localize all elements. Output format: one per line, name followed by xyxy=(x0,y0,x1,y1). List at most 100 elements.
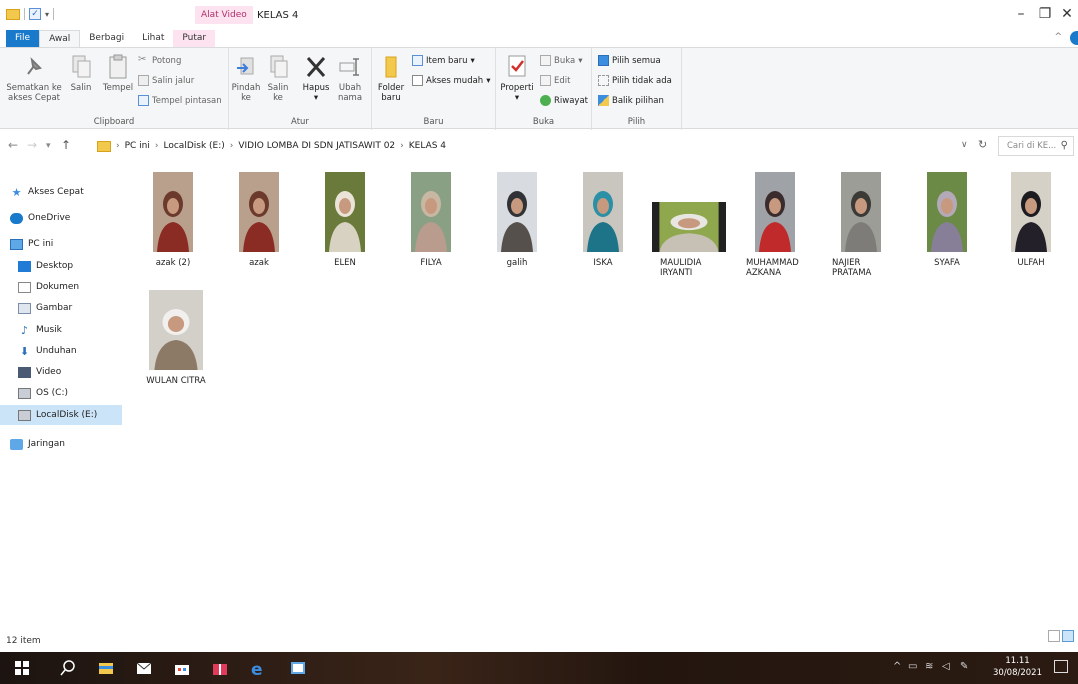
breadcrumb-kelas-4[interactable]: KELAS 4 xyxy=(409,141,446,151)
breadcrumb-vidio-lomba[interactable]: VIDIO LOMBA DI SDN JATISAWIT 02 xyxy=(238,141,395,151)
large-icons-view-icon[interactable] xyxy=(1062,630,1074,642)
copy-to-button[interactable]: Salin ke xyxy=(263,54,293,103)
sidebar-item-dokumen[interactable]: Dokumen xyxy=(0,277,122,297)
sidebar-item-localdisk-e[interactable]: LocalDisk (E:) xyxy=(0,405,122,425)
cloud-icon xyxy=(10,212,23,224)
show-hidden-icons-chevron-icon[interactable]: ^ xyxy=(893,661,901,672)
refresh-icon[interactable]: ↻ xyxy=(978,138,987,151)
breadcrumb-local-disk[interactable]: LocalDisk (E:) xyxy=(164,141,225,151)
delete-dropdown-icon[interactable]: ▾ xyxy=(301,93,331,103)
video-file-item[interactable]: ISKA xyxy=(560,172,646,268)
network-icon xyxy=(10,438,23,450)
sidebar-item-video[interactable]: Video xyxy=(0,362,122,382)
sidebar-item-musik[interactable]: ♪ Musik xyxy=(0,320,122,340)
details-view-icon[interactable] xyxy=(1048,630,1060,642)
sidebar-item-gambar[interactable]: Gambar xyxy=(0,298,122,318)
sidebar-item-desktop[interactable]: Desktop xyxy=(0,256,122,276)
volume-icon[interactable]: ◁ xyxy=(942,661,950,672)
customize-toolbar-dropdown[interactable]: ▾ xyxy=(45,10,49,19)
group-new: Folder baru Item baru ▾ Akses mudah ▾ Ba… xyxy=(372,48,496,130)
file-explorer-icon[interactable] xyxy=(98,660,114,676)
easy-access-button[interactable]: Akses mudah ▾ xyxy=(412,75,490,86)
chevron-up-icon[interactable]: ^ xyxy=(1054,32,1062,42)
rename-button[interactable]: Ubah nama xyxy=(335,54,365,103)
history-button[interactable]: Riwayat xyxy=(540,95,588,106)
separator xyxy=(53,8,55,20)
video-thumbnail xyxy=(755,172,795,252)
close-button[interactable]: ✕ xyxy=(1052,6,1078,22)
select-none-button[interactable]: Pilih tidak ada xyxy=(598,75,672,86)
invert-selection-button[interactable]: Balik pilihan xyxy=(598,95,664,106)
address-dropdown-icon[interactable]: ∨ xyxy=(961,140,968,150)
tab-file[interactable]: File xyxy=(6,30,40,47)
video-file-item[interactable]: ELEN xyxy=(302,172,388,268)
windows-start-icon[interactable] xyxy=(14,660,30,676)
new-item-button[interactable]: Item baru ▾ xyxy=(412,55,475,66)
copy-path-button[interactable]: Salin jalur xyxy=(138,75,194,86)
move-to-button[interactable]: Pindah ke xyxy=(231,54,261,103)
view-switcher xyxy=(1048,630,1074,642)
video-file-item[interactable]: azak xyxy=(216,172,302,268)
properties-button[interactable]: Properti ▾ xyxy=(500,54,534,103)
video-file-item[interactable]: SYAFA xyxy=(904,172,990,268)
forward-arrow-icon[interactable]: → xyxy=(27,138,37,152)
edge-browser-icon[interactable]: e xyxy=(250,660,266,680)
photos-app-icon[interactable] xyxy=(290,660,306,676)
recent-locations-dropdown[interactable]: ▾ xyxy=(46,141,51,151)
context-tab-video-tools[interactable]: Alat Video xyxy=(195,6,253,24)
battery-icon[interactable]: ▭ xyxy=(908,661,917,672)
search-input[interactable]: Cari di KE... ⚲ xyxy=(998,136,1074,156)
cut-button[interactable]: ✂ Potong xyxy=(138,55,181,66)
edit-label: Edit xyxy=(554,75,571,86)
search-icon[interactable] xyxy=(60,660,76,676)
delete-button[interactable]: Hapus ▾ xyxy=(301,54,331,103)
file-name-label: MAULIDIA IRYANTI xyxy=(660,258,702,278)
video-file-item[interactable]: MUHAMMAD AZKANA xyxy=(732,172,818,278)
video-file-item[interactable]: galih xyxy=(474,172,560,268)
sidebar-item-jaringan[interactable]: Jaringan xyxy=(0,434,122,454)
gift-app-icon[interactable] xyxy=(212,660,228,676)
properties-dropdown-icon[interactable]: ▾ xyxy=(500,93,534,103)
clock[interactable]: 11.11 30/08/2021 xyxy=(993,655,1042,679)
open-button[interactable]: Buka ▾ xyxy=(540,55,582,66)
tab-view[interactable]: Lihat xyxy=(133,30,173,47)
video-file-item[interactable]: ULFAH xyxy=(988,172,1074,268)
paste-shortcut-button[interactable]: Tempel pintasan xyxy=(138,95,222,106)
sidebar-item-unduhan[interactable]: ⬇ Unduhan xyxy=(0,341,122,361)
file-name-label: azak xyxy=(249,258,269,268)
breadcrumb-this-pc[interactable]: PC ini xyxy=(125,141,150,151)
sidebar-item-akses-cepat[interactable]: ★ Akses Cepat xyxy=(0,182,122,202)
video-file-item[interactable]: azak (2) xyxy=(130,172,216,268)
pin-quick-access-button[interactable]: Sematkan ke akses Cepat xyxy=(4,54,64,103)
video-file-item[interactable]: WULAN CITRA xyxy=(133,290,219,386)
back-arrow-icon[interactable]: ← xyxy=(8,138,18,152)
download-icon: ⬇ xyxy=(19,344,30,358)
select-all-button[interactable]: Pilih semua xyxy=(598,55,661,66)
paste-label: Tempel xyxy=(102,83,134,93)
store-icon[interactable] xyxy=(174,660,190,676)
up-arrow-icon[interactable]: ↑ xyxy=(61,138,71,152)
tab-play[interactable]: Putar xyxy=(173,30,216,47)
edit-button[interactable]: Edit xyxy=(540,75,570,86)
tab-home[interactable]: Awal xyxy=(39,30,81,47)
paste-button[interactable]: Tempel xyxy=(100,54,136,93)
address-bar[interactable]: › PC ini › LocalDisk (E:) › VIDIO LOMBA … xyxy=(92,136,975,156)
help-icon[interactable] xyxy=(1070,31,1078,45)
tab-share[interactable]: Berbagi xyxy=(80,30,133,47)
paste-shortcut-icon xyxy=(138,95,149,106)
pen-icon[interactable]: ✎ xyxy=(960,661,968,672)
properties-quick-icon[interactable]: ✓ xyxy=(29,8,41,20)
sidebar-item-onedrive[interactable]: OneDrive xyxy=(0,208,122,228)
sidebar-item-label: Musik xyxy=(36,325,62,335)
new-folder-button[interactable]: Folder baru xyxy=(376,54,406,103)
notification-center-icon[interactable] xyxy=(1054,660,1068,673)
sidebar-item-pc-ini[interactable]: PC ini xyxy=(0,234,122,254)
sidebar-item-os-c[interactable]: OS (C:) xyxy=(0,383,122,403)
copy-button[interactable]: Salin xyxy=(66,54,96,93)
video-file-item[interactable]: NAJIER PRATAMA xyxy=(818,172,904,278)
video-file-item[interactable]: MAULIDIA IRYANTI xyxy=(646,172,732,278)
wifi-icon[interactable]: ≋ xyxy=(925,661,933,672)
mail-icon[interactable] xyxy=(136,660,152,676)
video-file-item[interactable]: FILYA xyxy=(388,172,474,268)
file-name-label: SYAFA xyxy=(934,258,960,268)
